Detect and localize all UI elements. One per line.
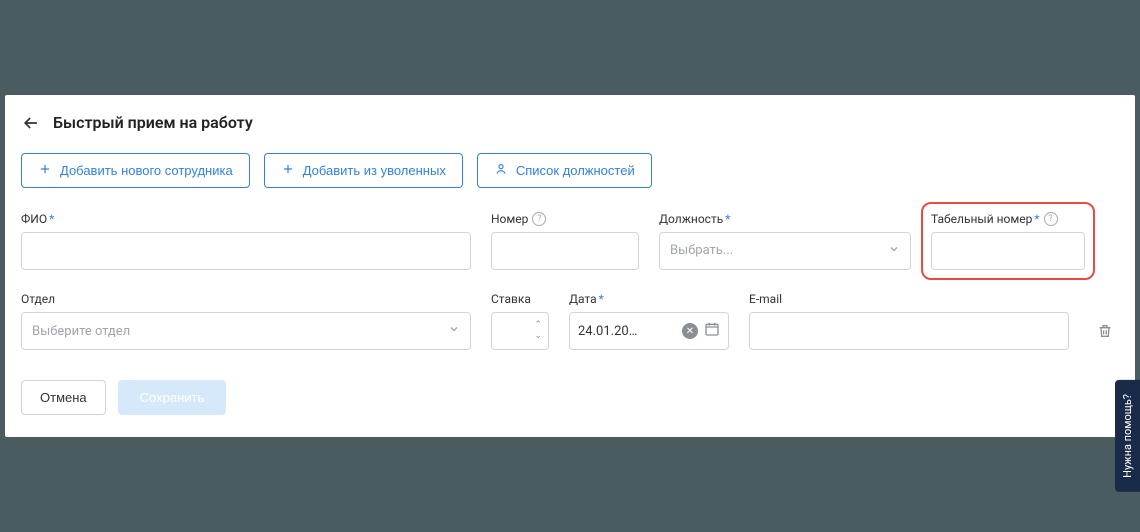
number-group: Номер? [491, 212, 639, 271]
chevron-down-icon [448, 323, 460, 339]
number-input[interactable] [491, 232, 639, 270]
form-row-2: Отдел Выберите отдел Ставка ⌃ ⌄ Дата* 24… [21, 292, 1119, 350]
select-placeholder: Выбрать... [670, 243, 733, 258]
email-label: E-mail [749, 292, 1069, 306]
person-icon [494, 162, 508, 179]
email-group: E-mail [749, 292, 1069, 350]
fio-input[interactable] [21, 232, 471, 270]
chevron-down-icon [888, 243, 900, 259]
rate-group: Ставка ⌃ ⌄ [491, 292, 549, 350]
date-group: Дата* 24.01.20… ✕ [569, 292, 729, 350]
fio-group: ФИО* [21, 212, 471, 270]
date-label: Дата* [569, 292, 729, 306]
tabnum-group: Табельный номер*? [931, 212, 1085, 271]
number-label: Номер? [491, 212, 639, 227]
footer-buttons: Отмена Сохранить [21, 380, 1119, 415]
rate-label: Ставка [491, 292, 549, 306]
calendar-icon[interactable] [704, 321, 720, 341]
add-from-fired-button[interactable]: Добавить из уволенных [264, 153, 463, 188]
rate-stepper[interactable]: ⌃ ⌄ [491, 312, 549, 350]
button-label: Добавить из уволенных [303, 163, 446, 178]
help-icon[interactable]: ? [532, 212, 546, 226]
dept-select[interactable]: Выберите отдел [21, 312, 471, 350]
plus-icon [281, 162, 295, 179]
position-select[interactable]: Выбрать... [659, 232, 911, 270]
dept-group: Отдел Выберите отдел [21, 292, 471, 350]
fio-label: ФИО* [21, 212, 471, 226]
position-group: Должность* Выбрать... [659, 212, 911, 270]
chevron-up-icon[interactable]: ⌃ [534, 321, 542, 330]
header: Быстрый прием на работу [21, 113, 1119, 133]
save-button[interactable]: Сохранить [118, 380, 227, 415]
required-mark: * [599, 292, 604, 306]
plus-icon [38, 162, 52, 179]
required-mark: * [49, 212, 54, 226]
button-label: Список должностей [516, 163, 635, 178]
positions-list-button[interactable]: Список должностей [477, 153, 652, 188]
dept-label: Отдел [21, 292, 471, 306]
date-value: 24.01.20… [578, 324, 676, 339]
trash-icon[interactable] [1097, 312, 1113, 350]
add-new-employee-button[interactable]: Добавить нового сотрудника [21, 153, 250, 188]
cancel-button[interactable]: Отмена [21, 380, 106, 415]
stepper-arrows: ⌃ ⌄ [534, 321, 542, 341]
action-buttons-row: Добавить нового сотрудника Добавить из у… [21, 153, 1119, 188]
help-tab[interactable]: Нужна помощь? [1115, 380, 1140, 492]
chevron-down-icon[interactable]: ⌄ [534, 332, 542, 341]
date-input[interactable]: 24.01.20… ✕ [569, 312, 729, 350]
form-row-1: ФИО* Номер? Должность* Выбрать... Табель… [21, 212, 1119, 271]
page-title: Быстрый прием на работу [53, 113, 253, 132]
required-mark: * [725, 212, 730, 226]
highlight-annotation [921, 202, 1095, 281]
select-placeholder: Выберите отдел [32, 324, 130, 339]
form-panel: Быстрый прием на работу Добавить нового … [5, 95, 1135, 438]
email-input[interactable] [749, 312, 1069, 350]
clear-icon[interactable]: ✕ [682, 323, 698, 339]
back-arrow-icon[interactable] [21, 113, 41, 133]
button-label: Добавить нового сотрудника [60, 163, 233, 178]
position-label: Должность* [659, 212, 911, 226]
